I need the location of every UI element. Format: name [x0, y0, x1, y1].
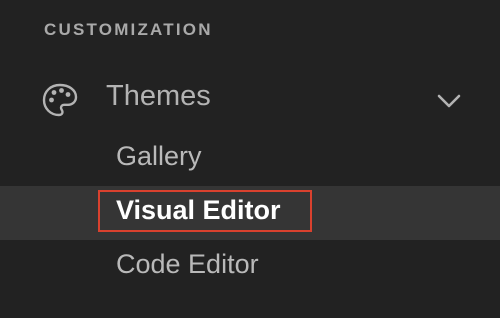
sidebar-subitem-code-editor[interactable]: Code Editor [0, 240, 500, 294]
sidebar-subitem-gallery[interactable]: Gallery [0, 132, 500, 186]
sidebar-subitem-visual-editor[interactable]: Visual Editor [0, 186, 500, 240]
sidebar-subitem-code-editor-label: Code Editor [116, 249, 259, 279]
sidebar-item-themes[interactable]: Themes [0, 74, 500, 122]
palette-icon [40, 80, 80, 120]
section-header-customization: CUSTOMIZATION [44, 20, 213, 39]
sidebar-subitem-visual-editor-label: Visual Editor [116, 195, 281, 225]
sidebar-panel: CUSTOMIZATION Themes Gallery Visual Edit… [0, 0, 500, 318]
sidebar-item-themes-label: Themes [106, 80, 211, 112]
sidebar-subitem-gallery-label: Gallery [116, 141, 202, 171]
chevron-down-icon[interactable] [434, 86, 464, 116]
